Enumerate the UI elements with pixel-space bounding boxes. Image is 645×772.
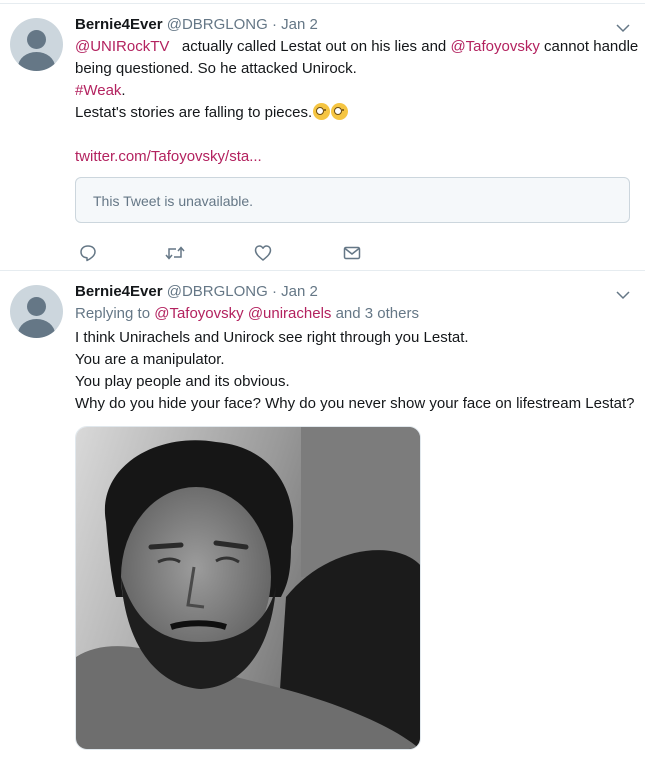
avatar-head-shape xyxy=(27,297,46,316)
display-name[interactable]: Bernie4Ever xyxy=(75,283,163,300)
user-handle[interactable]: @DBRGLONG xyxy=(167,283,268,300)
tweet-date[interactable]: Jan 2 xyxy=(281,283,318,300)
retweet-icon[interactable] xyxy=(164,243,185,263)
tweet-text: . xyxy=(121,82,126,99)
replying-others[interactable]: and 3 others xyxy=(336,305,419,322)
tweet-text-line: Lestat's stories are falling to pieces. xyxy=(75,102,632,124)
replying-to-line: Replying to @Tafoyovsky @unirachels and … xyxy=(75,303,632,325)
tweet-text-line: I think Unirachels and Unirock see right… xyxy=(75,329,469,346)
face-with-monocle-emoji xyxy=(331,103,349,120)
tweet-text-line: @UNIRockTV actually called Lestat out on… xyxy=(75,36,638,58)
separator: · xyxy=(271,16,277,33)
tweet-photo[interactable] xyxy=(75,426,421,750)
tweet-text-line: You are a manipulator. xyxy=(75,351,225,368)
display-name[interactable]: Bernie4Ever xyxy=(75,16,163,33)
tweet-text-line: #Weak. xyxy=(75,80,632,102)
avatar-shoulders-shape xyxy=(18,52,55,71)
user-handle[interactable]: @DBRGLONG xyxy=(167,16,268,33)
mention-link[interactable]: @Tafoyovsky xyxy=(450,38,539,55)
tweet-text-line: being questioned. So he attacked Unirock… xyxy=(75,58,632,80)
tweet-text: being questioned. So he attacked Unirock… xyxy=(75,60,357,77)
separator: · xyxy=(271,283,277,300)
mention-link[interactable]: @unirachels xyxy=(248,305,332,322)
chevron-down-icon[interactable] xyxy=(616,286,630,300)
tweet-text-line: Why do you hide your face? Why do you ne… xyxy=(75,395,635,412)
tweet-header: Bernie4Ever @DBRGLONG · Jan 2 xyxy=(75,15,632,35)
tweet-header: Bernie4Ever @DBRGLONG · Jan 2 xyxy=(75,282,632,302)
tweet[interactable]: Bernie4Ever @DBRGLONG · Jan 2 Replying t… xyxy=(0,271,645,772)
tweet-actions xyxy=(75,243,632,263)
unavailable-tweet-card[interactable]: This Tweet is unavailable. xyxy=(75,177,630,223)
tweet-text: cannot handle xyxy=(544,38,639,55)
chevron-down-icon[interactable] xyxy=(616,19,630,33)
quoted-tweet-link[interactable]: twitter.com/Tafoyovsky/sta... xyxy=(75,148,262,165)
avatar-shoulders-shape xyxy=(18,319,55,338)
tweet-content: Bernie4Ever @DBRGLONG · Jan 2 Replying t… xyxy=(75,282,635,750)
tweet-text: Lestat's stories are falling to pieces. xyxy=(75,104,313,121)
avatar[interactable] xyxy=(10,285,63,338)
tweet-date[interactable]: Jan 2 xyxy=(281,16,318,33)
tweet-text-line: twitter.com/Tafoyovsky/sta... xyxy=(75,146,632,168)
replying-to-label: Replying to xyxy=(75,305,151,322)
face-with-monocle-emoji xyxy=(313,103,331,120)
tweet-content: Bernie4Ever @DBRGLONG · Jan 2 @UNIRockTV… xyxy=(75,15,638,263)
avatar[interactable] xyxy=(10,18,63,71)
reply-icon[interactable] xyxy=(78,243,98,263)
tweet-text: actually called Lestat out on his lies a… xyxy=(181,38,447,55)
message-icon[interactable] xyxy=(342,243,362,263)
hashtag-link[interactable]: #Weak xyxy=(75,82,121,99)
avatar-head-shape xyxy=(27,30,46,49)
like-icon[interactable] xyxy=(253,243,273,263)
mention-link[interactable]: @Tafoyovsky xyxy=(154,305,243,322)
tweet-text-line: You play people and its obvious. xyxy=(75,373,290,390)
tweet[interactable]: Bernie4Ever @DBRGLONG · Jan 2 @UNIRockTV… xyxy=(0,4,645,270)
mention-link[interactable]: @UNIRockTV xyxy=(75,38,169,55)
unavailable-card-text: This Tweet is unavailable. xyxy=(93,193,254,209)
